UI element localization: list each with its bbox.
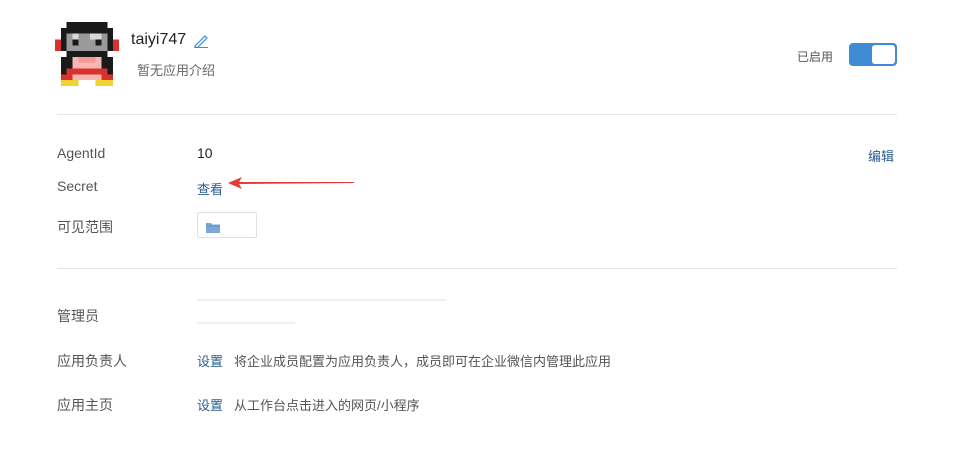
status-label: 已启用 [797, 50, 834, 64]
app-description: 暂无应用介绍 [137, 63, 216, 78]
admin-list-placeholder [197, 299, 447, 301]
homepage-label: 应用主页 [57, 397, 113, 413]
scope-selector[interactable] [197, 212, 257, 238]
toggle-knob [872, 45, 895, 64]
divider [57, 268, 897, 269]
secret-view-link[interactable]: 查看 [197, 179, 223, 198]
edit-button[interactable]: 编辑 [868, 146, 894, 165]
app-name: taiyi747 [131, 31, 187, 48]
agentid-label: AgentId [57, 145, 106, 161]
homepage-hint: 从工作台点击进入的网页/小程序 [234, 398, 420, 413]
agentid-value: 10 [197, 145, 213, 161]
pixel-avatar-icon [55, 22, 119, 86]
enable-toggle[interactable] [849, 43, 897, 66]
homepage-set-button[interactable]: 设置 [197, 395, 223, 414]
red-arrow-annotation [228, 176, 354, 190]
edit-pencil-icon[interactable] [193, 34, 209, 49]
scope-label: 可见范围 [57, 219, 113, 235]
admin-list-placeholder [197, 322, 295, 324]
owner-set-button[interactable]: 设置 [197, 351, 223, 370]
admin-label: 管理员 [57, 308, 99, 324]
divider [57, 114, 897, 115]
secret-label: Secret [57, 178, 98, 194]
app-avatar [54, 22, 120, 86]
owner-label: 应用负责人 [57, 353, 127, 369]
owner-hint: 将企业成员配置为应用负责人，成员即可在企业微信内管理此应用 [234, 354, 612, 369]
folder-icon [206, 220, 220, 233]
